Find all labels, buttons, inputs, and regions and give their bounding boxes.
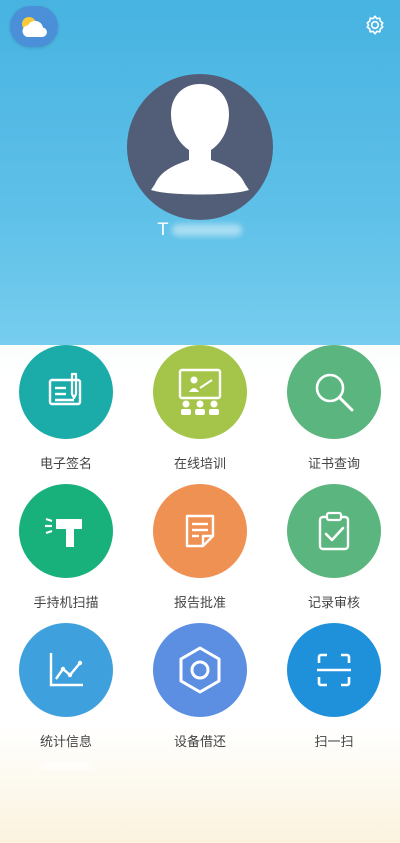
user-silhouette-icon bbox=[151, 84, 249, 195]
menu-icon-circle bbox=[19, 623, 113, 717]
menu-item-label: 设备借还 bbox=[173, 735, 226, 750]
training-board-icon bbox=[178, 368, 222, 415]
username-redacted bbox=[172, 224, 243, 236]
menu-item-online-training[interactable]: 在线培训 bbox=[134, 345, 266, 472]
menu-item-label: 证书查询 bbox=[307, 457, 360, 472]
signature-icon bbox=[48, 372, 82, 406]
redacted-strip bbox=[40, 763, 92, 769]
menu-item-statistics[interactable]: 统计信息 bbox=[0, 623, 132, 750]
menu-icon-circle bbox=[19, 345, 113, 439]
menu-item-scan[interactable]: 扫一扫 bbox=[268, 623, 400, 750]
menu-item-label: 扫一扫 bbox=[314, 735, 354, 750]
menu-icon-circle bbox=[153, 484, 247, 578]
menu-item-label: 手持机扫描 bbox=[33, 596, 99, 611]
report-note-icon bbox=[185, 514, 215, 548]
menu-item-electronic-signature[interactable]: 电子签名 bbox=[0, 345, 132, 472]
menu-item-label: 电子签名 bbox=[39, 457, 92, 472]
clipboard-check-icon bbox=[318, 511, 350, 551]
menu-item-report-approval[interactable]: 报告批准 bbox=[134, 484, 266, 611]
menu-icon-circle bbox=[287, 484, 381, 578]
menu-icon-circle bbox=[153, 623, 247, 717]
menu-item-equipment-lending[interactable]: 设备借还 bbox=[134, 623, 266, 750]
username: T bbox=[0, 220, 400, 240]
scan-frame-icon bbox=[317, 653, 351, 687]
weather-partly-cloudy-icon bbox=[22, 16, 47, 37]
handheld-scanner-icon bbox=[45, 517, 82, 547]
profile-header: T bbox=[0, 0, 400, 345]
hexagon-nut-icon bbox=[179, 646, 221, 694]
menu-item-label: 统计信息 bbox=[39, 735, 92, 750]
gear-icon bbox=[366, 15, 384, 35]
menu-item-certificate-query[interactable]: 证书查询 bbox=[268, 345, 400, 472]
weather-button[interactable] bbox=[10, 6, 58, 47]
menu-item-label: 报告批准 bbox=[173, 596, 226, 611]
menu-item-record-audit[interactable]: 记录审核 bbox=[268, 484, 400, 611]
menu-icon-circle bbox=[153, 345, 247, 439]
line-chart-icon bbox=[49, 653, 83, 687]
menu-icon-circle bbox=[19, 484, 113, 578]
menu-icon-circle bbox=[287, 345, 381, 439]
menu-item-handheld-scan[interactable]: 手持机扫描 bbox=[0, 484, 132, 611]
settings-button[interactable] bbox=[364, 14, 386, 36]
avatar[interactable] bbox=[127, 74, 273, 220]
menu-item-label: 记录审核 bbox=[307, 596, 360, 611]
menu-item-label: 在线培训 bbox=[173, 457, 226, 472]
menu-icon-circle bbox=[287, 623, 381, 717]
username-prefix: T bbox=[157, 220, 170, 240]
search-icon bbox=[315, 373, 354, 412]
